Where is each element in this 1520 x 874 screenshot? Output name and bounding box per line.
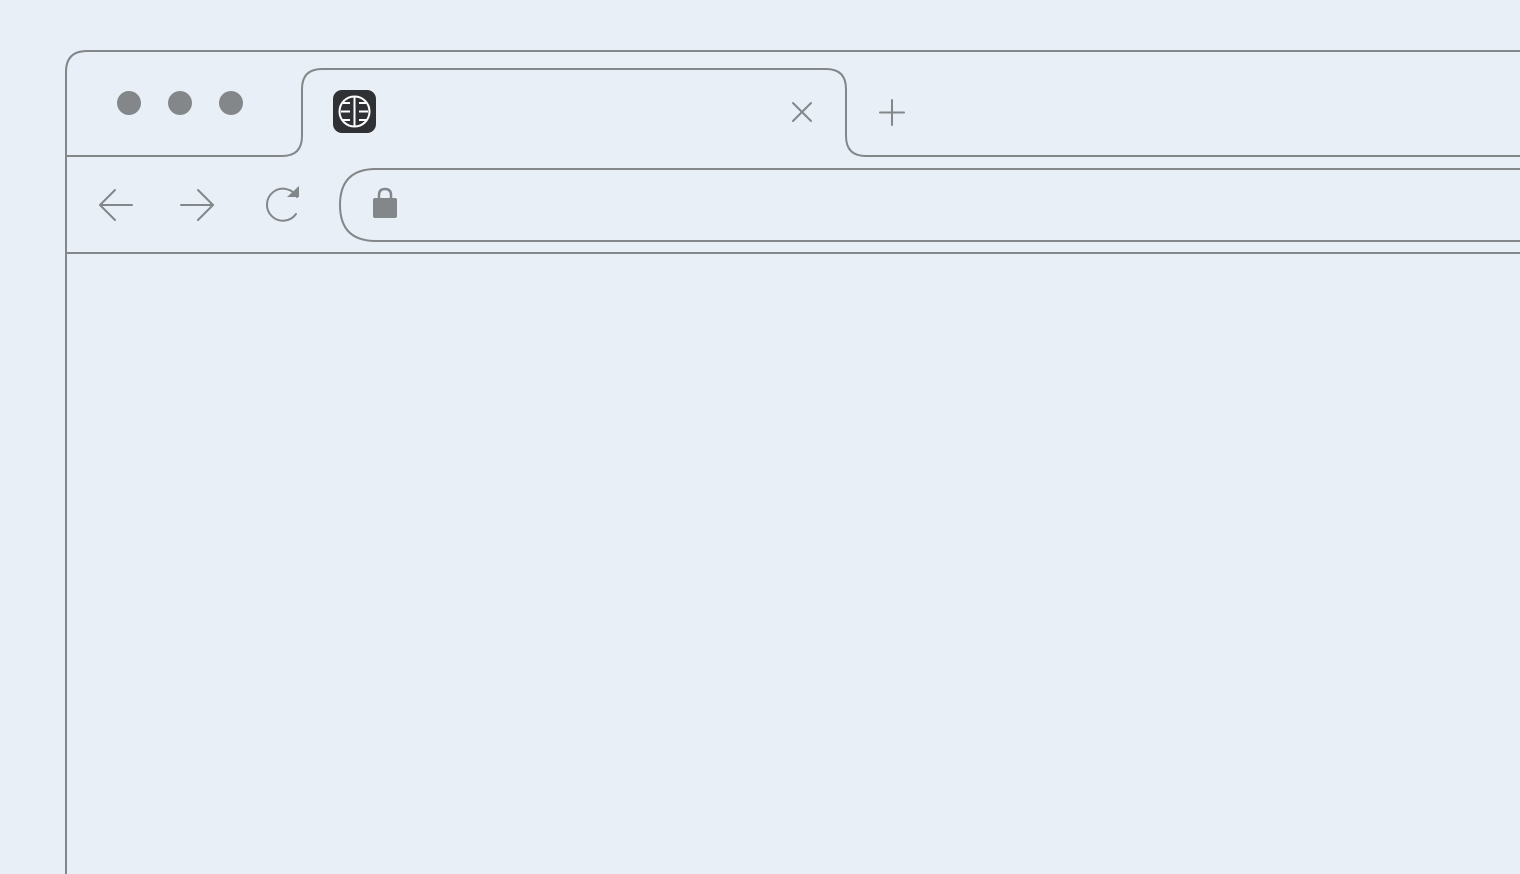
reload-button[interactable] <box>262 186 302 226</box>
browser-scene <box>65 50 1520 874</box>
active-tab[interactable] <box>303 70 845 156</box>
tab-hit-area[interactable] <box>303 70 845 156</box>
window-controls[interactable] <box>117 91 243 115</box>
back-button[interactable] <box>96 186 136 226</box>
lock-icon <box>373 187 397 218</box>
window-dot-3[interactable] <box>219 91 243 115</box>
nav-toolbar <box>96 186 302 226</box>
address-bar[interactable] <box>338 168 1520 242</box>
window-dot-1[interactable] <box>117 91 141 115</box>
page-content <box>67 254 1520 874</box>
forward-button[interactable] <box>178 186 218 226</box>
window-dot-2[interactable] <box>168 91 192 115</box>
address-bar-outline <box>338 168 1520 242</box>
close-icon[interactable] <box>786 96 818 128</box>
new-tab-button[interactable] <box>874 96 910 130</box>
favicon-logo-icon <box>333 90 376 133</box>
